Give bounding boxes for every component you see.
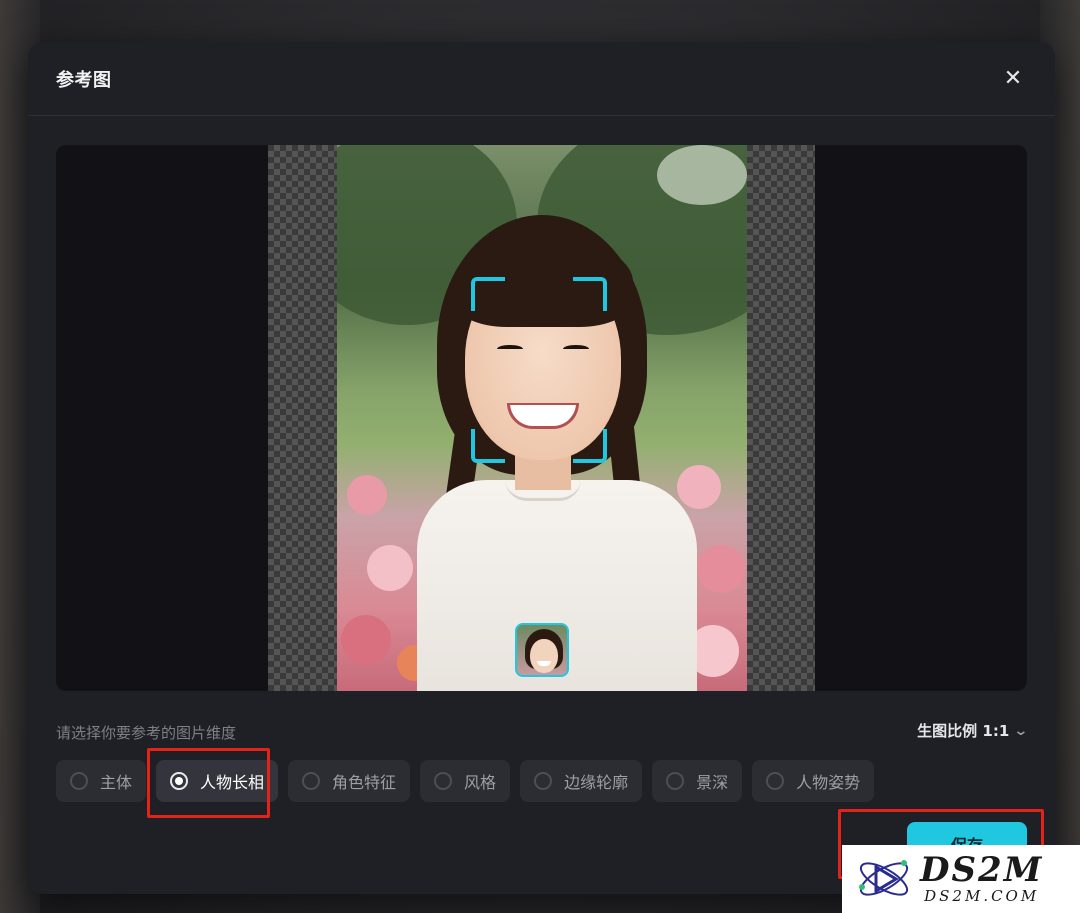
- flower: [697, 545, 745, 593]
- option-edge-outline[interactable]: 边缘轮廓: [520, 760, 643, 802]
- background-sky: [657, 145, 747, 205]
- watermark-domain: DS2M.COM: [924, 887, 1040, 905]
- face-frame-corner-bottom-right: [573, 429, 607, 463]
- dimension-options: 主体 人物长相 角色特征 风格 边缘轮廓 景深 人物姿势: [56, 760, 875, 802]
- option-depth-of-field[interactable]: 景深: [652, 760, 743, 802]
- flower: [341, 615, 391, 665]
- right-eye: [563, 345, 589, 353]
- close-button[interactable]: ✕: [999, 65, 1027, 93]
- flower: [347, 475, 387, 515]
- option-subject[interactable]: 主体: [56, 760, 147, 802]
- thumb-face: [530, 639, 558, 673]
- radio-icon: [666, 772, 685, 790]
- radio-icon: [534, 772, 553, 790]
- option-label: 景深: [696, 773, 729, 792]
- watermark-brand: DS2M: [920, 850, 1044, 890]
- transparent-padding-right: [747, 145, 815, 691]
- transparent-padding-left: [268, 145, 337, 691]
- option-character-features[interactable]: 角色特征: [288, 760, 411, 802]
- option-label: 主体: [100, 773, 133, 792]
- option-pose[interactable]: 人物姿势: [752, 760, 875, 802]
- radio-icon: [70, 772, 88, 790]
- close-icon: ✕: [1003, 66, 1023, 91]
- ratio-dropdown[interactable]: 生图比例 1:1 ⌄: [917, 720, 1029, 741]
- option-style[interactable]: 风格: [420, 760, 511, 802]
- radio-selected-icon: [170, 772, 189, 790]
- dialog-title: 参考图: [56, 69, 112, 91]
- face-frame-corner-top-right: [573, 277, 607, 311]
- option-label: 人物姿势: [796, 773, 861, 792]
- dimension-hint: 请选择你要参考的图片维度: [56, 724, 237, 742]
- collar: [505, 479, 581, 501]
- image-preview: [56, 145, 1027, 691]
- watermark-text: DS2M DS2M.COM: [920, 853, 1043, 905]
- radio-icon: [302, 772, 321, 790]
- radio-icon: [766, 772, 785, 790]
- ratio-label: 生图比例 1:1: [917, 722, 1010, 740]
- flower: [367, 545, 413, 591]
- chevron-down-icon: ⌄: [1013, 722, 1029, 739]
- reference-photo: [337, 145, 747, 691]
- radio-icon: [434, 772, 453, 790]
- left-eye: [497, 345, 523, 353]
- option-label: 边缘轮廓: [564, 773, 629, 792]
- option-label: 风格: [464, 773, 497, 792]
- reference-image-dialog: 参考图 ✕ 请选择你要参考的图片维度 生图比例 1:1 ⌄ 主体 人物长相 角色…: [28, 42, 1055, 894]
- atom-logo-icon: [854, 849, 914, 909]
- face-frame-corner-top-left: [471, 277, 505, 311]
- option-face[interactable]: 人物长相: [156, 760, 279, 802]
- face-thumbnail[interactable]: [515, 623, 569, 677]
- option-label: 人物长相: [200, 773, 265, 792]
- dialog-header: 参考图 ✕: [28, 42, 1055, 116]
- option-label: 角色特征: [332, 773, 397, 792]
- face-frame-corner-bottom-left: [471, 429, 505, 463]
- watermark: DS2M DS2M.COM: [842, 845, 1080, 913]
- flower: [677, 465, 721, 509]
